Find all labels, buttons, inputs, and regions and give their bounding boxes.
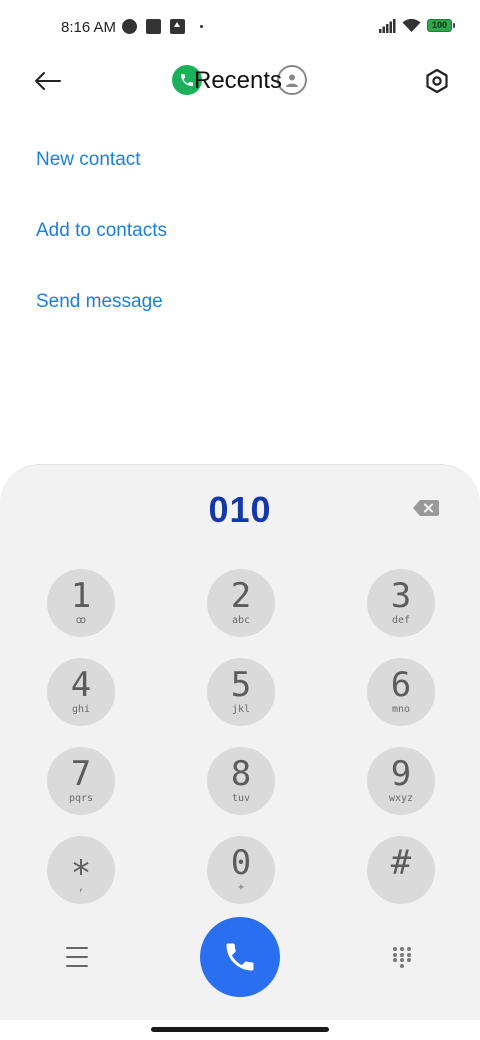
home-indicator[interactable] bbox=[151, 1027, 329, 1032]
dialpad-toggle-icon[interactable] bbox=[392, 947, 412, 968]
key-2[interactable]: 2 abc bbox=[207, 569, 275, 637]
key-letters: pqrs bbox=[68, 793, 94, 804]
settings-button[interactable] bbox=[422, 66, 452, 96]
key-letters: jkl bbox=[231, 704, 251, 715]
status-bar: 8:16 AM 100 bbox=[0, 0, 480, 56]
key-star[interactable]: ⁎ , bbox=[47, 836, 115, 904]
key-4[interactable]: 4 ghi bbox=[47, 658, 115, 726]
key-digit: 2 bbox=[230, 576, 252, 616]
key-3[interactable]: 3 def bbox=[367, 569, 435, 637]
key-letters: mno bbox=[391, 704, 411, 715]
arrow-left-icon bbox=[35, 72, 61, 90]
key-5[interactable]: 5 jkl bbox=[207, 658, 275, 726]
voicemail-icon: ꝏ bbox=[75, 615, 87, 626]
key-letters: abc bbox=[231, 615, 251, 626]
send-message-link[interactable]: Send message bbox=[36, 291, 163, 313]
key-digit: 4 bbox=[70, 665, 92, 705]
dot-icon bbox=[200, 25, 203, 28]
key-letters: tuv bbox=[231, 793, 251, 804]
key-7[interactable]: 7 pqrs bbox=[47, 747, 115, 815]
dialpad-panel: 010 1 ꝏ 2 abc 3 def 4 ghi 5 jkl 6 mno 7 … bbox=[0, 464, 480, 1020]
key-letters: def bbox=[391, 615, 411, 626]
notification-square-icon bbox=[146, 19, 161, 34]
key-digit: 6 bbox=[390, 665, 412, 705]
battery-icon: 100 bbox=[427, 19, 455, 32]
key-digit: 3 bbox=[390, 576, 412, 616]
call-button[interactable] bbox=[200, 917, 280, 997]
back-button[interactable] bbox=[30, 66, 64, 96]
person-icon bbox=[286, 74, 298, 87]
key-0[interactable]: 0 + bbox=[207, 836, 275, 904]
key-1[interactable]: 1 ꝏ bbox=[47, 569, 115, 637]
status-system-icons: 100 bbox=[379, 18, 455, 33]
backspace-button[interactable] bbox=[412, 497, 440, 519]
app-header: Recents bbox=[0, 56, 480, 108]
dialpad-actions bbox=[0, 917, 480, 997]
key-hash[interactable]: # bbox=[367, 836, 435, 904]
nav-bar bbox=[0, 1020, 480, 1040]
key-digit: 5 bbox=[230, 665, 252, 705]
menu-icon[interactable] bbox=[66, 947, 88, 967]
key-letters: ghi bbox=[71, 704, 91, 715]
add-to-contacts-link[interactable]: Add to contacts bbox=[36, 220, 167, 242]
notification-round-icon bbox=[122, 19, 137, 34]
key-digit: 8 bbox=[230, 754, 252, 794]
dialed-number[interactable]: 010 bbox=[0, 489, 480, 531]
key-letters: , bbox=[77, 882, 85, 893]
wifi-icon bbox=[402, 18, 421, 32]
backspace-icon bbox=[413, 500, 439, 516]
new-contact-link[interactable]: New contact bbox=[36, 149, 141, 171]
key-digit: 7 bbox=[70, 754, 92, 794]
key-digit: ⁎ bbox=[72, 843, 90, 883]
upload-icon bbox=[170, 19, 185, 34]
key-6[interactable]: 6 mno bbox=[367, 658, 435, 726]
key-digit: # bbox=[390, 843, 412, 883]
phone-icon bbox=[181, 74, 193, 86]
phone-icon bbox=[226, 943, 254, 971]
key-digit: 1 bbox=[70, 576, 92, 616]
key-8[interactable]: 8 tuv bbox=[207, 747, 275, 815]
key-digit: 0 bbox=[230, 843, 252, 883]
key-digit: 9 bbox=[390, 754, 412, 794]
key-letters: + bbox=[237, 882, 245, 893]
status-time: 8:16 AM bbox=[61, 19, 117, 36]
key-letters: wxyz bbox=[388, 793, 414, 804]
key-9[interactable]: 9 wxyz bbox=[367, 747, 435, 815]
hexagon-settings-icon bbox=[426, 68, 448, 94]
signal-icon bbox=[379, 18, 396, 33]
page-title: Recents bbox=[194, 67, 283, 94]
status-notification-icons bbox=[122, 19, 203, 34]
